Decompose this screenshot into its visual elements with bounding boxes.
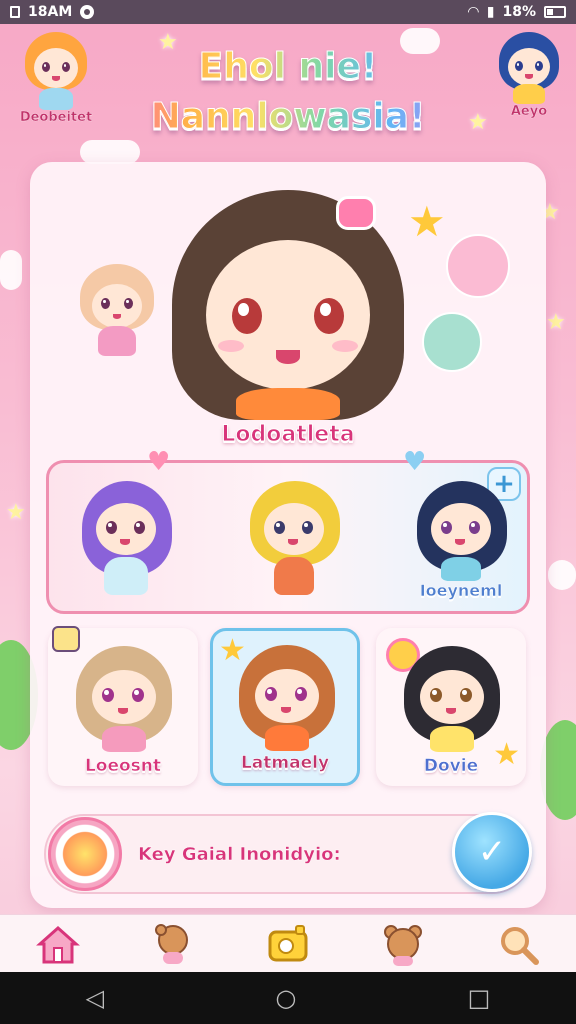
system-nav-bar: ◁ ○ □: [0, 972, 576, 1024]
row1-slot-2[interactable]: [239, 477, 349, 597]
notification-icon: [80, 5, 95, 19]
character-card-2[interactable]: ★ Latmaely: [210, 628, 360, 786]
wifi-icon: ◠: [467, 4, 479, 20]
battery-level: 18%: [502, 4, 536, 20]
status-bar: 18AM ◠ ▮ 18%: [0, 0, 576, 24]
character-panel: ★ Lodoatleta ♥ ♥ + Ioeyneml Loeosnt ★ La…: [30, 162, 546, 908]
character-card-1-label: Loeosnt: [84, 756, 162, 777]
character-card-1[interactable]: Loeosnt: [48, 626, 198, 786]
title-line-1: Ehol nie!: [120, 42, 456, 92]
hair-bow-icon: [336, 196, 376, 230]
right-character-label: Aeyo: [510, 104, 548, 119]
character-row-1: ♥ ♥ + Ioeyneml: [46, 447, 530, 614]
chibi-avatar: [246, 477, 342, 597]
status-strip-text: Key Gaial Inonidyio:: [138, 843, 341, 865]
star-icon: ★: [468, 110, 488, 135]
signal-icon: ▮: [486, 4, 495, 20]
title-line-2: Nannlowasia!: [120, 92, 456, 142]
bottom-nav: [0, 914, 576, 972]
featured-character-name: Lodoatleta: [221, 422, 355, 448]
status-strip: Key Gaial Inonidyio: ✓: [44, 812, 532, 894]
character-card-3-label: Dovie: [423, 756, 479, 777]
game-title: Ehol nie! Nannlowasia!: [120, 42, 456, 142]
character-card-3[interactable]: ★ Dovie: [376, 628, 526, 786]
row1-slot-3[interactable]: Ioeyneml: [401, 477, 521, 600]
side-chibi-pink: [76, 260, 158, 360]
chat-bubble-icon: ✓: [477, 832, 507, 872]
sim-icon: [10, 6, 20, 18]
chat-button[interactable]: ✓: [452, 812, 532, 892]
character-card-2-label: Latmaely: [240, 753, 330, 774]
status-time: 18AM: [28, 4, 73, 20]
right-corner-character[interactable]: Aeyo: [490, 30, 568, 119]
chibi-avatar: [400, 642, 504, 752]
chibi-avatar: [72, 642, 176, 752]
cloud-decoration: [548, 560, 576, 590]
battery-icon: [544, 6, 566, 18]
back-icon[interactable]: ◁: [86, 984, 104, 1012]
cloud-decoration: [0, 250, 22, 290]
star-icon: ★: [6, 500, 26, 525]
nav-camera[interactable]: [260, 918, 316, 970]
nav-friends[interactable]: [145, 918, 201, 970]
star-icon: ★: [546, 310, 566, 335]
nav-profile[interactable]: [375, 918, 431, 970]
candy-ring-icon[interactable]: [48, 817, 122, 891]
heart-pin-icon: ♥: [403, 447, 427, 477]
balloon-decoration: [446, 234, 510, 298]
bear-icon: [154, 923, 188, 964]
heart-pin-icon: ♥: [147, 447, 171, 477]
search-icon: [501, 926, 540, 965]
bubble-decoration: [422, 312, 482, 372]
nav-search[interactable]: [490, 918, 546, 970]
chibi-avatar: [413, 477, 509, 581]
chibi-avatar: [78, 477, 174, 597]
chibi-avatar: [21, 30, 91, 110]
featured-chibi: [166, 180, 410, 420]
chibi-avatar: [235, 641, 339, 751]
recents-icon[interactable]: □: [468, 984, 491, 1012]
row1-slot-3-label: Ioeyneml: [419, 581, 503, 601]
row1-slot-1[interactable]: [71, 477, 181, 597]
home-icon: [35, 925, 80, 963]
chibi-avatar: [496, 30, 562, 104]
left-corner-character[interactable]: Deobeitet: [10, 30, 102, 125]
star-badge-icon: ★: [408, 197, 446, 246]
camera-icon: [268, 924, 308, 961]
nav-home[interactable]: [30, 918, 86, 970]
featured-character[interactable]: ★ Lodoatleta: [30, 172, 546, 462]
cloud-decoration: [80, 140, 140, 164]
home-circle-icon[interactable]: ○: [275, 984, 296, 1012]
left-character-label: Deobeitet: [19, 110, 93, 125]
bear-face-icon: [384, 924, 423, 966]
